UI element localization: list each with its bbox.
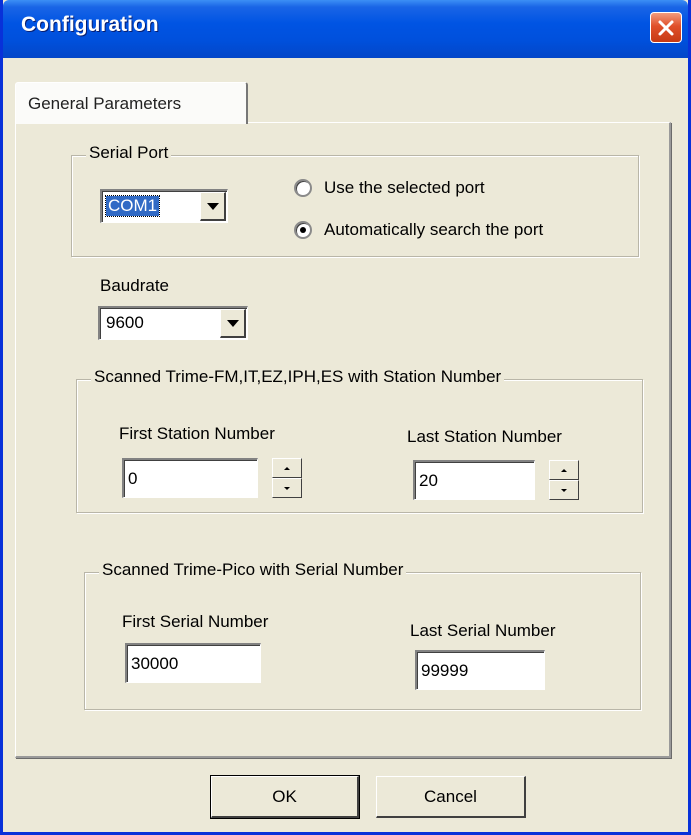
serial-port-group: Serial Port COM1 Use the selected port A… [71,143,639,257]
last-station-spin-down[interactable] [549,480,579,500]
serial-port-value: COM1 [104,195,161,217]
first-station-spin-up[interactable] [272,458,302,478]
first-station-value: 0 [128,469,138,488]
first-serial-label: First Serial Number [122,612,269,631]
first-station-spinner[interactable] [272,458,302,498]
baudrate-label: Baudrate [100,276,169,295]
last-serial-label: Last Serial Number [410,621,556,640]
auto-search-port-radio[interactable]: Automatically search the port [294,220,543,240]
title-bar[interactable]: Configuration [3,0,688,58]
serial-port-dropdown[interactable]: COM1 [100,189,228,223]
serial-port-group-label: Serial Port [86,143,172,163]
arrow-up-icon [561,468,567,472]
last-station-value: 20 [419,471,438,490]
chevron-down-icon [226,319,239,327]
baudrate-dropdown-button[interactable] [220,309,246,338]
arrow-down-icon [284,486,290,490]
close-button[interactable] [650,12,682,43]
configuration-dialog: Configuration General Parameters Serial … [0,0,691,835]
first-station-input[interactable]: 0 [122,458,258,498]
station-number-group: Scanned Trime-FM,IT,EZ,IPH,ES with Stati… [76,367,643,513]
radio-button-icon [294,179,312,197]
first-station-label: First Station Number [119,424,275,443]
serial-number-group: Scanned Trime-Pico with Serial Number Fi… [84,560,641,710]
tab-panel: Serial Port COM1 Use the selected port A… [15,122,671,758]
arrow-up-icon [284,466,290,470]
window-title: Configuration [21,13,159,36]
close-icon [658,20,674,35]
first-serial-input[interactable]: 30000 [125,643,261,683]
first-station-spin-down[interactable] [272,478,302,498]
tab-general-parameters[interactable]: General Parameters [15,82,248,124]
chevron-down-icon [206,202,219,210]
ok-button[interactable]: OK [210,775,360,819]
baudrate-value: 9600 [106,313,144,332]
arrow-down-icon [561,488,567,492]
first-serial-value: 30000 [131,654,179,673]
use-selected-port-radio[interactable]: Use the selected port [294,178,485,198]
last-station-label: Last Station Number [407,427,562,446]
last-station-input[interactable]: 20 [413,460,535,500]
serial-port-dropdown-button[interactable] [200,192,226,221]
last-serial-value: 99999 [421,661,469,680]
station-number-group-label: Scanned Trime-FM,IT,EZ,IPH,ES with Stati… [91,367,505,387]
serial-number-group-label: Scanned Trime-Pico with Serial Number [99,560,407,580]
tab-label: General Parameters [28,94,182,113]
use-selected-port-label: Use the selected port [324,178,485,197]
radio-button-checked-icon [294,221,312,239]
last-station-spinner[interactable] [549,460,579,500]
last-serial-input[interactable]: 99999 [415,650,545,690]
baudrate-dropdown[interactable]: 9600 [98,306,248,340]
auto-search-port-label: Automatically search the port [324,220,544,239]
last-station-spin-up[interactable] [549,460,579,480]
cancel-button[interactable]: Cancel [376,776,526,818]
